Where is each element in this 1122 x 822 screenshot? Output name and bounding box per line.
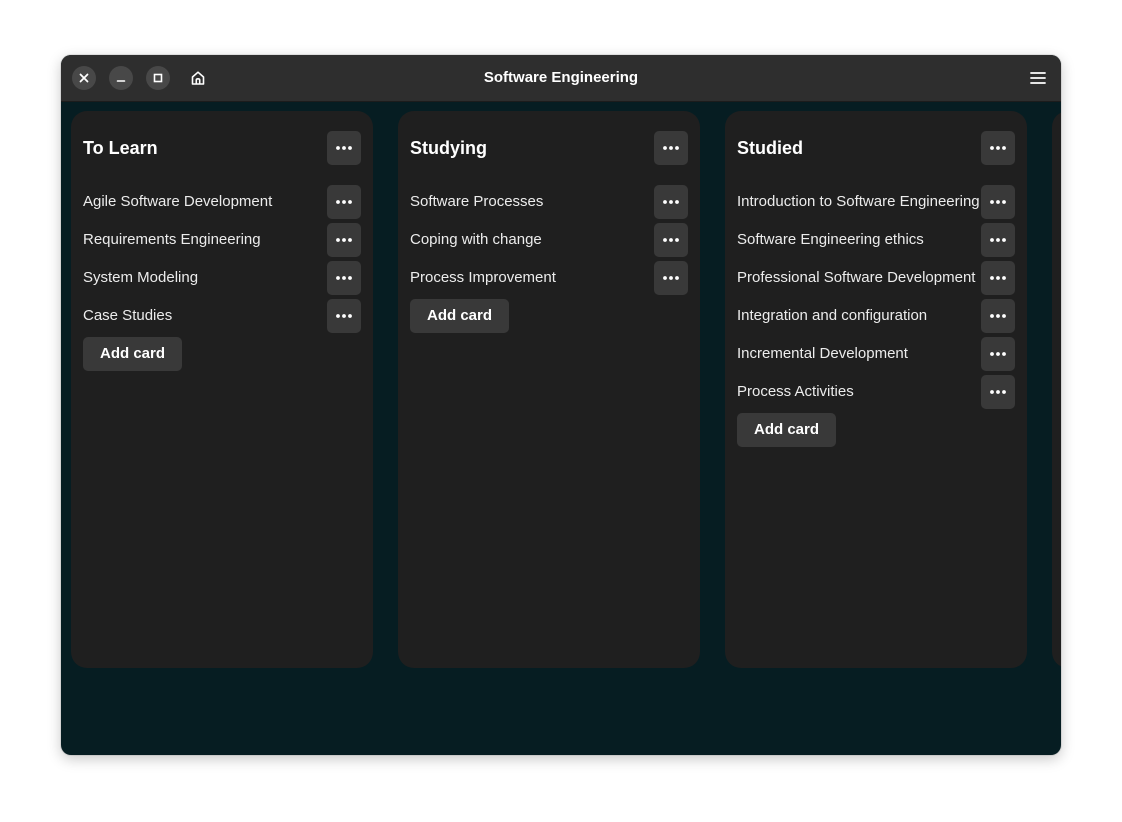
more-options-icon (990, 352, 1006, 356)
card[interactable]: System Modeling (83, 261, 361, 295)
column-menu-button[interactable] (981, 131, 1015, 165)
card-menu-button[interactable] (981, 223, 1015, 257)
card-title: Process Improvement (410, 269, 556, 286)
card-title: Introduction to Software Engineering (737, 193, 980, 210)
card[interactable]: Integration and configuration (737, 299, 1015, 333)
more-options-icon (990, 146, 1006, 150)
card-list: Agile Software Development Requirements E… (83, 185, 361, 371)
card-menu-button[interactable] (327, 261, 361, 295)
card-title: Software Processes (410, 193, 544, 210)
add-card-button[interactable]: Add card (737, 413, 837, 447)
more-options-icon (336, 146, 352, 150)
column-menu-button[interactable] (654, 131, 688, 165)
card[interactable]: Process Improvement (410, 261, 688, 295)
more-options-icon (336, 276, 352, 280)
main-menu-button[interactable] (1025, 65, 1051, 91)
card[interactable]: Software Processes (410, 185, 688, 219)
card[interactable]: Software Engineering ethics (737, 223, 1015, 257)
card-list: Software Processes Coping with change Proc… (410, 185, 688, 333)
card-menu-button[interactable] (327, 299, 361, 333)
more-options-icon (990, 390, 1006, 394)
card-menu-button[interactable] (981, 261, 1015, 295)
card-title: Process Activities (737, 383, 854, 400)
column-header: Studying (410, 131, 688, 165)
card-title: Agile Software Development (83, 193, 273, 210)
column-menu-button[interactable] (327, 131, 361, 165)
app-window: Software Engineering To Learn Agile Softw… (61, 55, 1061, 755)
column-partial (1052, 111, 1061, 668)
more-options-icon (663, 200, 679, 204)
more-options-icon (663, 238, 679, 242)
card[interactable]: Requirements Engineering (83, 223, 361, 257)
more-options-icon (336, 200, 352, 204)
more-options-icon (990, 276, 1006, 280)
column-studying: Studying Software Processes Coping with ch… (398, 111, 700, 668)
hamburger-menu-icon (1030, 72, 1046, 84)
card[interactable]: Introduction to Software Engineering (737, 185, 1015, 219)
column-title: Studying (410, 138, 487, 158)
more-options-icon (990, 200, 1006, 204)
column-title: To Learn (83, 138, 158, 158)
card-menu-button[interactable] (981, 375, 1015, 409)
add-card-button[interactable]: Add card (83, 337, 183, 371)
more-options-icon (990, 238, 1006, 242)
more-options-icon (336, 238, 352, 242)
card-title: System Modeling (83, 269, 199, 286)
card[interactable]: Coping with change (410, 223, 688, 257)
card[interactable]: Process Activities (737, 375, 1015, 409)
card-title: Integration and configuration (737, 307, 928, 324)
card-title: Requirements Engineering (83, 231, 261, 248)
card-menu-button[interactable] (654, 185, 688, 219)
window-title: Software Engineering (483, 69, 639, 86)
card-list: Introduction to Software Engineering Soft… (737, 185, 1015, 447)
card-title: Coping with change (410, 231, 542, 248)
more-options-icon (663, 146, 679, 150)
card-menu-button[interactable] (981, 337, 1015, 371)
card-menu-button[interactable] (327, 185, 361, 219)
card[interactable]: Case Studies (83, 299, 361, 333)
card-menu-button[interactable] (654, 223, 688, 257)
card[interactable]: Professional Software Development (737, 261, 1015, 295)
column-to-learn: To Learn Agile Software Development Requir… (71, 111, 373, 668)
add-card-button[interactable]: Add card (410, 299, 510, 333)
card[interactable]: Agile Software Development (83, 185, 361, 219)
card-menu-button[interactable] (981, 299, 1015, 333)
column-header: To Learn (83, 131, 361, 165)
column-studied: Studied Introduction to Software Engineer… (725, 111, 1027, 668)
more-options-icon (336, 314, 352, 318)
column-title: Studied (737, 138, 803, 158)
card[interactable]: Incremental Development (737, 337, 1015, 371)
header-bar: Software Engineering (61, 55, 1061, 102)
card-title: Professional Software Development (737, 269, 976, 286)
column-header: Studied (737, 131, 1015, 165)
more-options-icon (663, 276, 679, 280)
more-options-icon (990, 314, 1006, 318)
card-title: Software Engineering ethics (737, 231, 924, 248)
board: To Learn Agile Software Development Requir… (61, 101, 1061, 755)
card-menu-button[interactable] (327, 223, 361, 257)
card-menu-button[interactable] (654, 261, 688, 295)
card-title: Incremental Development (737, 345, 908, 362)
card-menu-button[interactable] (981, 185, 1015, 219)
card-title: Case Studies (83, 307, 173, 324)
